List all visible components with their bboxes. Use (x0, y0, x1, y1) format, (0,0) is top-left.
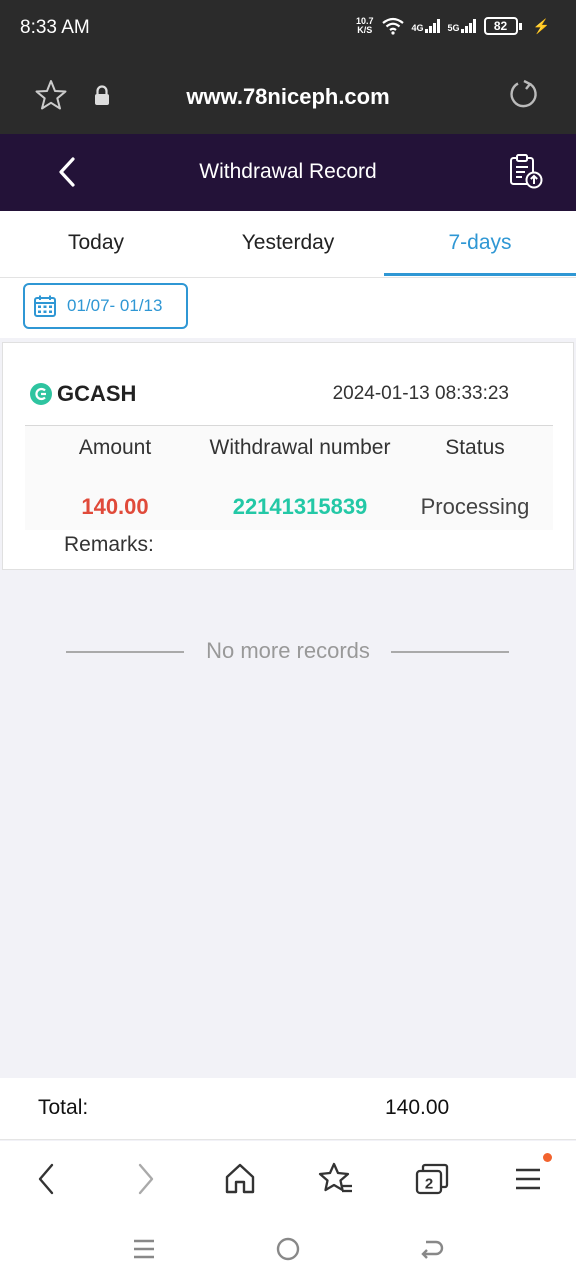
app-header: Withdrawal Record (0, 134, 576, 211)
date-range-text: 01/07- 01/13 (67, 296, 163, 315)
divider (391, 651, 509, 653)
signal-4g: 4G (412, 19, 440, 33)
browser-forward-icon[interactable] (126, 1159, 166, 1199)
charging-icon: ⚡ (532, 17, 550, 34)
reload-icon[interactable] (506, 78, 540, 112)
status-time: 8:33 AM (20, 17, 90, 38)
signal-5g: 5G (448, 19, 476, 33)
total-label: Total: (38, 1096, 89, 1119)
payment-method-name: GCASH (57, 381, 137, 406)
home-circle-icon[interactable] (273, 1234, 303, 1264)
system-navigation-bar (0, 1216, 576, 1280)
withdrawal-number-header: Withdrawal number (209, 436, 391, 459)
signal-bars-icon (424, 19, 440, 33)
status-value: Processing (420, 494, 530, 519)
signal-bars-icon (460, 19, 476, 33)
withdrawal-record-card[interactable]: GCASH 2024-01-13 08:33:23 Amount Withdra… (2, 342, 574, 570)
wifi-icon (381, 17, 404, 35)
tab-count: 2 (425, 1176, 433, 1193)
calendar-icon (34, 295, 56, 317)
record-details: Amount Withdrawal number Status 140.00 2… (25, 426, 553, 530)
battery-icon: 82 (483, 17, 522, 35)
browser-address-bar: www.78niceph.com (0, 58, 576, 134)
status-indicators: 10.7 K/S 4G 5G 82 ⚡ (356, 17, 550, 35)
browser-back-icon[interactable] (26, 1159, 66, 1199)
recent-apps-icon[interactable] (129, 1234, 159, 1264)
bookmarks-icon[interactable] (316, 1159, 356, 1199)
tabs-icon: 2 (415, 1163, 449, 1195)
network-speed: 10.7 K/S (356, 16, 374, 35)
tab-yesterday[interactable]: Yesterday (192, 211, 384, 277)
page-title: Withdrawal Record (199, 160, 377, 183)
browser-toolbar: 2 (0, 1141, 576, 1216)
url-text[interactable]: www.78niceph.com (0, 84, 576, 110)
date-filter-row: 01/07- 01/13 (0, 278, 576, 338)
clipboard-upload-icon[interactable] (506, 152, 544, 190)
notification-dot (543, 1153, 552, 1162)
total-bar: Total: 140.00 (0, 1078, 576, 1140)
gcash-logo-icon (30, 383, 52, 405)
remarks-label: Remarks: (64, 533, 154, 556)
record-datetime: 2024-01-13 08:33:23 (332, 383, 509, 404)
payment-method: GCASH (29, 381, 136, 407)
withdrawal-number-value: 22141315839 (232, 494, 368, 519)
list-end-indicator: No more records (0, 637, 576, 667)
status-header: Status (445, 436, 505, 459)
date-range-picker[interactable]: 01/07- 01/13 (23, 283, 188, 329)
tab-today[interactable]: Today (0, 211, 192, 277)
status-bar: 8:33 AM 10.7 K/S 4G 5G 82 ⚡ (0, 0, 576, 58)
amount-value: 140.00 (81, 494, 149, 519)
home-icon[interactable] (220, 1159, 260, 1199)
tabs-button[interactable]: 2 (412, 1159, 452, 1199)
tab-7-days[interactable]: 7-days (384, 211, 576, 277)
total-value: 140.00 (385, 1096, 450, 1119)
system-back-icon[interactable] (417, 1234, 447, 1264)
period-tabs: Today Yesterday 7-days (0, 211, 576, 278)
amount-header: Amount (78, 436, 152, 459)
menu-icon[interactable] (508, 1159, 548, 1199)
active-tab-indicator (384, 273, 576, 276)
